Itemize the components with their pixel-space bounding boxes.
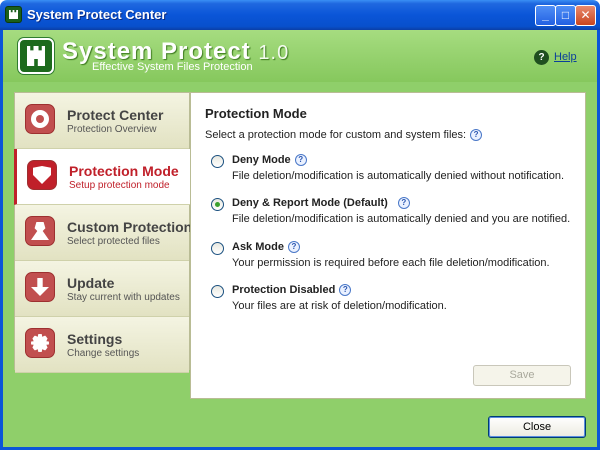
info-icon[interactable]: ? — [294, 154, 307, 167]
option-description: Your permission is required before each … — [232, 257, 550, 269]
maximize-button[interactable]: □ — [555, 5, 576, 26]
radio-deny-report-mode[interactable] — [211, 198, 224, 211]
option-title: Deny & Report Mode (Default)? — [232, 197, 410, 210]
sidebar-item-subtitle: Setup protection mode — [69, 180, 170, 191]
option-ask-mode[interactable]: Ask Mode? Your permission is required be… — [211, 241, 581, 277]
sidebar-item-title: Settings — [67, 331, 123, 347]
sidebar-item-custom-protection[interactable]: Custom Protection Select protected files — [15, 205, 193, 261]
sidebar-item-title: Custom Protection — [67, 219, 193, 235]
radio-protection-disabled[interactable] — [211, 285, 224, 298]
title-bar: System Protect Center _ □ ✕ — [0, 0, 600, 30]
option-title: Ask Mode? — [232, 241, 300, 254]
sidebar-item-title: Protect Center — [67, 107, 164, 123]
brand-version: 1.0 — [258, 42, 290, 64]
sidebar: Protect Center Protection Overview Prote… — [14, 92, 193, 373]
sidebar-item-subtitle: Stay current with updates — [67, 292, 180, 303]
info-icon[interactable]: ? — [287, 241, 300, 254]
info-icon[interactable]: ? — [470, 129, 483, 142]
radio-deny-mode[interactable] — [211, 155, 224, 168]
option-title-text: Deny & Report Mode (Default) — [232, 197, 388, 209]
brand-tagline: Effective System Files Protection — [92, 61, 253, 73]
close-window-button[interactable]: ✕ — [575, 5, 596, 26]
page-description-text: Select a protection mode for custom and … — [205, 129, 467, 141]
sidebar-item-protect-center[interactable]: Protect Center Protection Overview — [15, 93, 189, 149]
sidebar-item-update[interactable]: Update Stay current with updates — [15, 261, 189, 317]
save-button[interactable]: Save — [473, 365, 571, 386]
target-icon — [25, 104, 55, 134]
sidebar-item-subtitle: Select protected files — [67, 236, 160, 247]
option-title-text: Ask Mode — [232, 241, 284, 253]
option-protection-disabled[interactable]: Protection Disabled? Your files are at r… — [211, 284, 581, 320]
person-icon — [25, 216, 55, 246]
option-description: File deletion/modification is automatica… — [232, 213, 571, 225]
download-arrow-icon — [25, 272, 55, 302]
page-title: Protection Mode — [205, 106, 307, 121]
option-title-text: Protection Disabled — [232, 284, 336, 296]
content-panel: Protection Mode Select a protection mode… — [190, 92, 586, 399]
sidebar-item-settings[interactable]: Settings Change settings — [15, 317, 189, 373]
option-deny-mode[interactable]: Deny Mode? File deletion/modification is… — [211, 154, 581, 190]
info-icon[interactable]: ? — [339, 284, 352, 297]
option-description: Your files are at risk of deletion/modif… — [232, 300, 447, 312]
sidebar-item-title: Update — [67, 275, 115, 291]
option-deny-report-mode[interactable]: Deny & Report Mode (Default)? File delet… — [211, 197, 581, 233]
minimize-button[interactable]: _ — [535, 5, 556, 26]
castle-logo-icon — [18, 38, 54, 74]
radio-ask-mode[interactable] — [211, 242, 224, 255]
page-description: Select a protection mode for custom and … — [205, 129, 483, 142]
option-title-text: Deny Mode — [232, 154, 291, 166]
shield-icon — [27, 160, 57, 190]
help-icon[interactable]: ? — [534, 50, 549, 65]
castle-icon — [5, 6, 22, 23]
option-description: File deletion/modification is automatica… — [232, 170, 565, 182]
option-title: Deny Mode? — [232, 154, 307, 167]
close-button[interactable]: Close — [488, 416, 586, 438]
sidebar-item-protection-mode[interactable]: Protection Mode Setup protection mode — [14, 149, 190, 205]
window-title: System Protect Center — [27, 7, 167, 22]
gears-icon — [25, 328, 55, 358]
info-icon[interactable]: ? — [397, 197, 410, 210]
option-title: Protection Disabled? — [232, 284, 352, 297]
help-link[interactable]: Help — [554, 51, 577, 63]
sidebar-item-subtitle: Protection Overview — [67, 124, 157, 135]
sidebar-item-subtitle: Change settings — [67, 348, 140, 359]
sidebar-item-title: Protection Mode — [69, 163, 179, 179]
